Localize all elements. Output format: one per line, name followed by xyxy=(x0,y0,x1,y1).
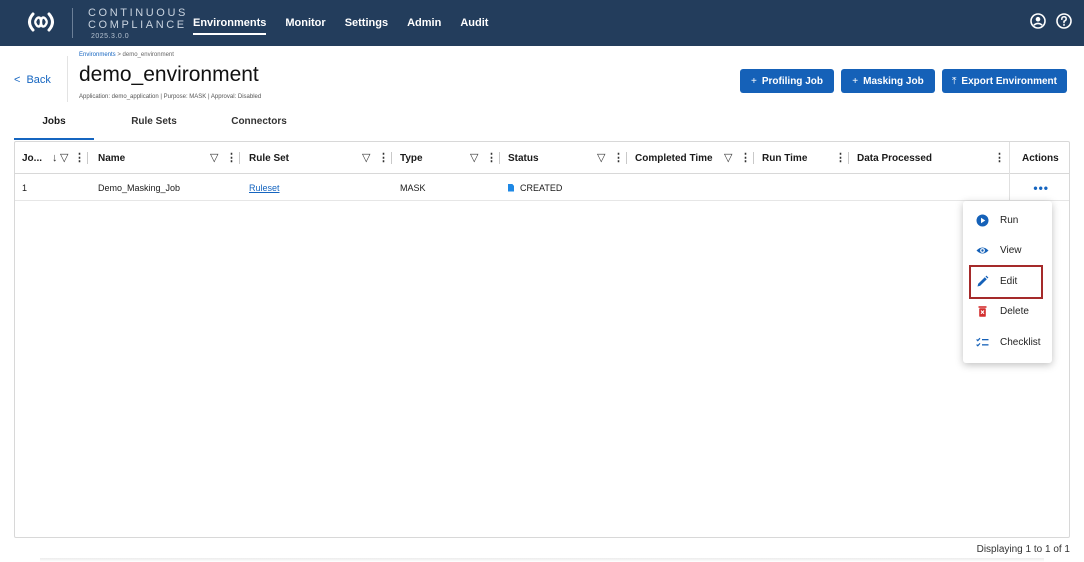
profiling-job-label: Profiling Job xyxy=(761,75,823,87)
column-separator[interactable] xyxy=(753,152,754,164)
logo-icon[interactable] xyxy=(24,11,58,33)
column-separator[interactable] xyxy=(848,152,849,164)
column-menu-icon[interactable]: ⋮ xyxy=(994,151,1005,165)
plus-icon: + xyxy=(751,75,757,87)
brand-name: CONTINUOUS COMPLIANCE 2025.3.0.0 xyxy=(88,7,188,41)
breadcrumb: Environments > demo_environment xyxy=(79,52,174,58)
column-menu-icon[interactable]: ⋮ xyxy=(378,151,389,165)
cell-status: CREATED xyxy=(508,174,562,201)
filter-icon[interactable]: ▽ xyxy=(597,151,605,165)
column-header-job-id[interactable]: Jo... xyxy=(22,142,42,174)
breadcrumb-environments[interactable]: Environments xyxy=(79,52,116,58)
filter-icon[interactable]: ▽ xyxy=(362,151,370,165)
column-header-run-time[interactable]: Run Time xyxy=(762,142,807,174)
menu-item-run[interactable]: Run xyxy=(963,205,1052,235)
filter-icon[interactable]: ▽ xyxy=(724,151,732,165)
filter-icon[interactable]: ▽ xyxy=(470,151,478,165)
column-header-name[interactable]: Name xyxy=(98,142,125,174)
column-separator[interactable] xyxy=(239,152,240,164)
column-header-type[interactable]: Type xyxy=(400,142,423,174)
row-actions-menu: Run View Edit Delete Checklist xyxy=(963,201,1052,363)
main-nav: Environments Monitor Settings Admin Audi… xyxy=(193,0,507,46)
page-title: demo_environment xyxy=(79,63,259,86)
cell-type: MASK xyxy=(400,182,426,193)
column-header-data-processed[interactable]: Data Processed xyxy=(857,142,932,174)
filter-icon[interactable]: ▽ xyxy=(210,151,218,165)
checklist-icon xyxy=(976,337,989,347)
eye-icon xyxy=(976,247,989,253)
column-header-completed-time[interactable]: Completed Time xyxy=(635,142,713,174)
play-icon xyxy=(976,214,989,226)
column-menu-icon[interactable]: ⋮ xyxy=(613,151,624,165)
menu-label-delete: Delete xyxy=(1000,305,1029,317)
bottom-divider xyxy=(40,558,1044,562)
column-menu-icon[interactable]: ⋮ xyxy=(740,151,751,165)
tab-connectors[interactable]: Connectors xyxy=(219,116,299,140)
app-version: 2025.3.0.0 xyxy=(91,33,130,40)
brand-line-2: COMPLIANCE xyxy=(88,19,187,31)
menu-item-checklist[interactable]: Checklist xyxy=(963,327,1052,357)
nav-admin[interactable]: Admin xyxy=(407,15,441,31)
header-divider xyxy=(67,56,68,102)
environment-details: Application: demo_application | Purpose:… xyxy=(79,94,262,100)
breadcrumb-current: demo_environment xyxy=(122,52,174,58)
column-header-status[interactable]: Status xyxy=(508,142,539,174)
brand-line-1: CONTINUOUS xyxy=(88,7,188,19)
back-label: Back xyxy=(26,74,51,86)
nav-settings[interactable]: Settings xyxy=(345,15,388,31)
menu-label-checklist: Checklist xyxy=(1000,336,1041,348)
nav-divider xyxy=(72,8,73,38)
tab-rule-sets[interactable]: Rule Sets xyxy=(119,116,189,140)
cell-job-id: 1 xyxy=(22,182,28,193)
jobs-table: Jo... ↓ ▽ ⋮ Name ▽ ⋮ Rule Set ▽ ⋮ Type ▽… xyxy=(14,141,1070,538)
masking-job-button[interactable]: + Masking Job xyxy=(841,69,935,93)
document-icon xyxy=(508,183,514,192)
status-label: CREATED xyxy=(520,182,563,193)
trash-icon xyxy=(978,305,987,317)
sort-down-icon[interactable]: ↓ xyxy=(52,151,58,165)
edit-highlight-box xyxy=(969,265,1043,299)
column-separator[interactable] xyxy=(87,152,88,164)
profiling-job-button[interactable]: + Profiling Job xyxy=(740,69,834,93)
menu-item-delete[interactable]: Delete xyxy=(963,296,1052,326)
table-row[interactable]: 1 Demo_Masking_Job Ruleset MASK CREATED … xyxy=(15,174,1069,201)
nav-audit[interactable]: Audit xyxy=(460,15,488,31)
column-header-rule-set[interactable]: Rule Set xyxy=(249,142,289,174)
menu-label-view: View xyxy=(1000,244,1022,256)
account-icon[interactable] xyxy=(1029,12,1047,30)
menu-label-run: Run xyxy=(1000,214,1019,226)
column-separator[interactable] xyxy=(499,152,500,164)
breadcrumb-separator: > xyxy=(117,52,121,58)
nav-monitor[interactable]: Monitor xyxy=(285,15,325,31)
column-separator[interactable] xyxy=(391,152,392,164)
export-icon: ⤒ xyxy=(952,75,957,87)
table-header: Jo... ↓ ▽ ⋮ Name ▽ ⋮ Rule Set ▽ ⋮ Type ▽… xyxy=(15,142,1069,174)
plus-icon: + xyxy=(852,75,859,87)
more-actions-icon[interactable]: ••• xyxy=(1033,174,1049,201)
back-button[interactable]: < Back xyxy=(14,74,51,86)
export-environment-button[interactable]: ⤒ Export Environment xyxy=(942,69,1067,93)
chevron-left-icon: < xyxy=(14,74,21,86)
ruleset-link[interactable]: Ruleset xyxy=(249,174,280,201)
column-menu-icon[interactable]: ⋮ xyxy=(226,151,237,165)
filter-icon[interactable]: ▽ xyxy=(60,151,68,165)
column-menu-icon[interactable]: ⋮ xyxy=(835,151,846,165)
menu-item-view[interactable]: View xyxy=(963,235,1052,265)
export-environment-label: Export Environment xyxy=(961,75,1057,87)
column-separator[interactable] xyxy=(626,152,627,164)
nav-environments[interactable]: Environments xyxy=(193,15,267,35)
tab-jobs[interactable]: Jobs xyxy=(14,116,94,140)
cell-job-name: Demo_Masking_Job xyxy=(98,182,181,193)
help-icon[interactable] xyxy=(1055,12,1073,30)
pagination-summary: Displaying 1 to 1 of 1 xyxy=(976,544,1070,555)
masking-job-label: Masking Job xyxy=(863,75,924,87)
top-navigation-bar: CONTINUOUS COMPLIANCE 2025.3.0.0 Environ… xyxy=(0,0,1084,46)
column-menu-icon[interactable]: ⋮ xyxy=(486,151,497,165)
column-menu-icon[interactable]: ⋮ xyxy=(74,151,85,165)
